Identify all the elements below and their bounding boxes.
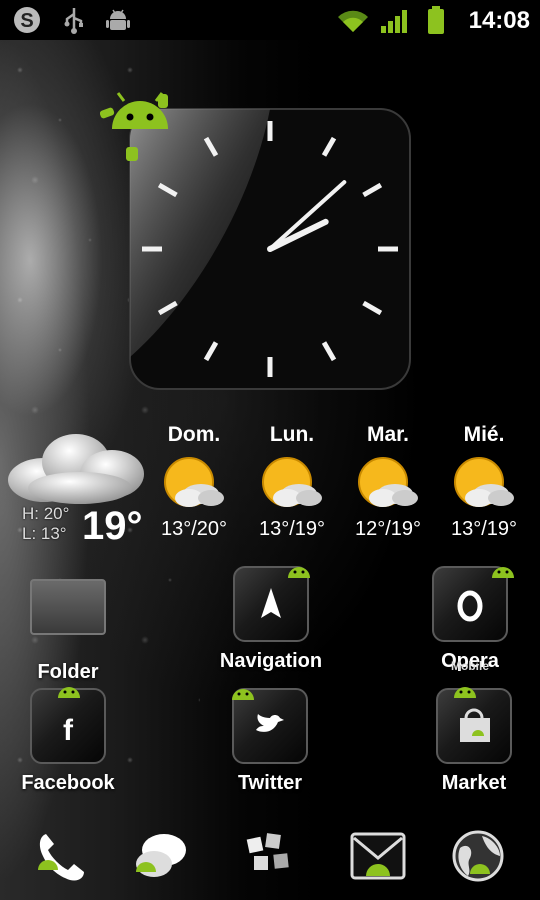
android-mascot-icon — [100, 92, 168, 161]
android-debug-icon — [106, 9, 130, 30]
app-folder[interactable]: Folder — [18, 573, 118, 684]
forecast-range: 13°/20° — [160, 518, 228, 540]
forecast-day-4[interactable]: Mié. 13°/19° — [434, 420, 534, 541]
app-label: Twitter — [237, 772, 303, 794]
android-mascot-icon — [58, 687, 80, 698]
app-label: Folder — [37, 661, 99, 683]
partly-sunny-icon — [454, 457, 514, 507]
app-facebook[interactable]: f Facebook — [12, 687, 124, 795]
status-time: 14:08 — [468, 7, 530, 34]
email-icon[interactable] — [346, 824, 410, 888]
signal-icon — [381, 10, 407, 33]
forecast-day-1[interactable]: Dom. 13°/20° — [144, 420, 244, 541]
app-label: Navigation — [219, 650, 323, 672]
app-label: Market — [441, 772, 507, 794]
app-navigation[interactable]: Navigation — [208, 566, 334, 673]
forecast-day-3[interactable]: Mar. 12°/19° — [338, 420, 438, 541]
app-twitter[interactable]: Twitter — [220, 688, 320, 795]
skype-icon: S — [14, 7, 40, 33]
partly-sunny-icon — [262, 457, 322, 507]
android-mascot-icon — [288, 567, 310, 578]
svg-text:f: f — [63, 714, 74, 747]
wifi-icon — [338, 10, 368, 32]
app-sublabel: Mobile — [451, 659, 489, 673]
weather-current-temp: 19° — [82, 504, 143, 548]
weather-high: H: 20° — [22, 504, 70, 523]
app-label: Facebook — [21, 772, 115, 794]
messaging-icon[interactable] — [130, 824, 194, 888]
forecast-day-label: Dom. — [167, 423, 221, 446]
browser-icon[interactable] — [446, 824, 510, 888]
android-mascot-icon — [454, 687, 476, 698]
forecast-day-label: Mié. — [463, 423, 505, 446]
forecast-range: 13°/19° — [258, 518, 326, 540]
app-drawer-icon[interactable] — [238, 824, 302, 888]
weather-low: L: 13° — [22, 524, 67, 543]
app-market[interactable]: Market — [424, 687, 524, 795]
forecast-day-label: Mar. — [366, 423, 410, 446]
forecast-day-2[interactable]: Lun. 13°/19° — [242, 420, 342, 541]
battery-icon — [428, 6, 444, 34]
android-mascot-icon — [492, 567, 514, 578]
analog-clock-widget[interactable] — [100, 92, 412, 391]
android-mascot-icon — [232, 689, 254, 700]
usb-icon — [64, 8, 83, 34]
forecast-range: 13°/19° — [450, 518, 518, 540]
weather-current[interactable]: H: 20° L: 13° 19° — [0, 420, 160, 560]
phone-icon[interactable] — [28, 824, 92, 888]
cloudy-icon — [8, 434, 144, 504]
status-bar[interactable]: S 14:08 — [0, 0, 540, 40]
dock — [0, 810, 540, 900]
forecast-range: 12°/19° — [354, 518, 422, 540]
app-opera-mobile[interactable]: Opera Mobile — [420, 566, 520, 673]
folder-icon — [30, 579, 106, 635]
partly-sunny-icon — [358, 457, 418, 507]
partly-sunny-icon — [164, 457, 224, 507]
svg-text:S: S — [20, 10, 33, 32]
forecast-day-label: Lun. — [269, 423, 315, 446]
